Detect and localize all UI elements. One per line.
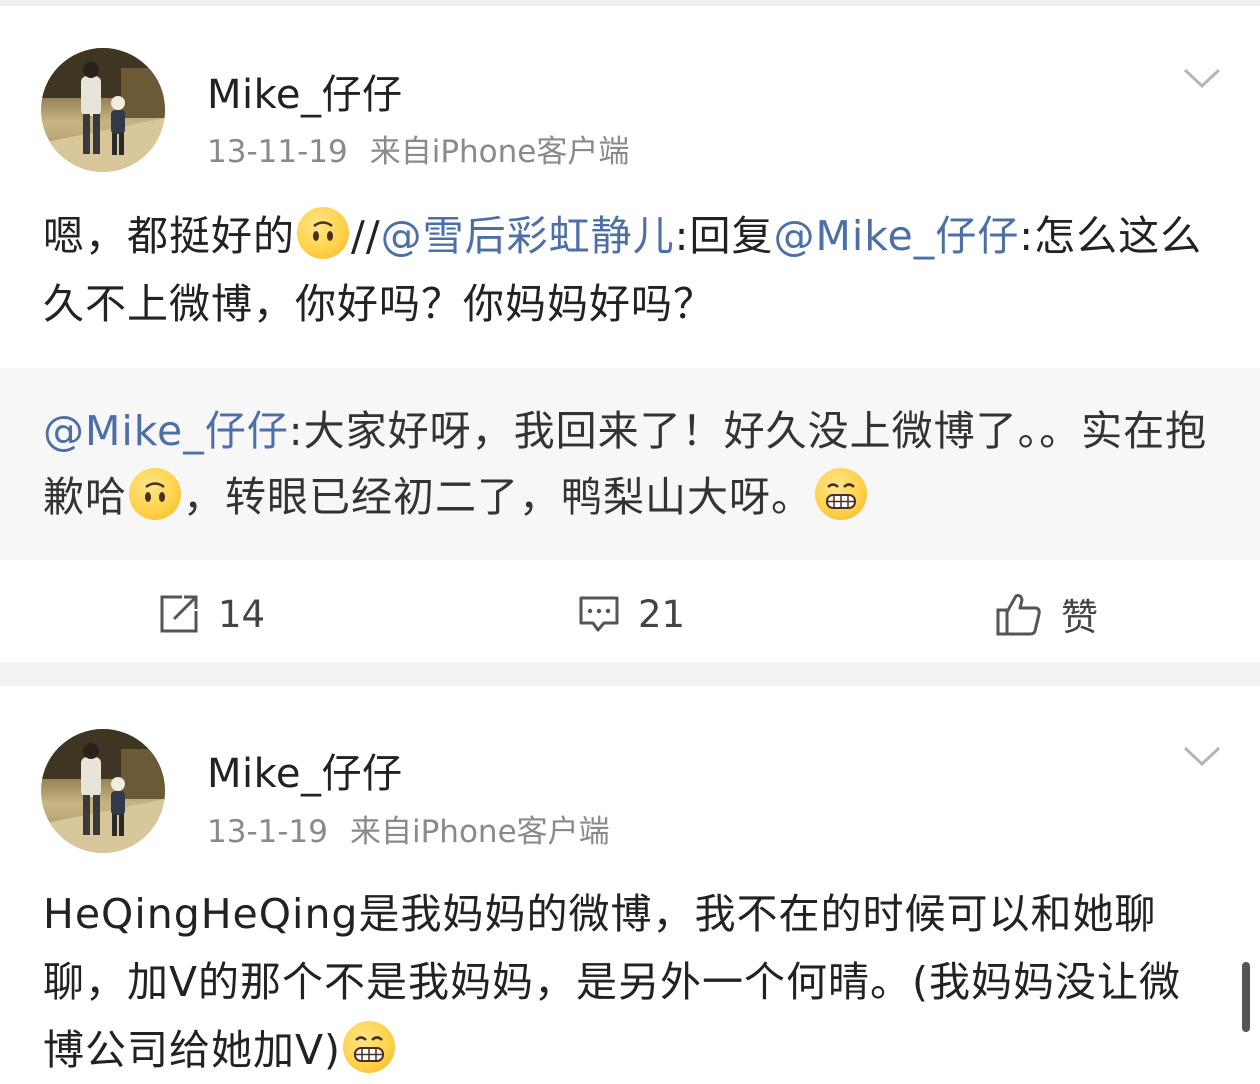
post-date: 13-11-19: [207, 134, 348, 170]
post-divider: [0, 662, 1260, 686]
post-meta: 13-11-19 来自iPhone客户端: [207, 126, 629, 171]
comment-button[interactable]: 21: [578, 560, 685, 668]
avatar[interactable]: [41, 729, 165, 853]
post-text: HeQingHeQing是我妈妈的微博，我不在的时候可以和她聊聊，加V的那个不是…: [43, 880, 1223, 1084]
upside-down-face-icon: [297, 207, 349, 259]
mention-link[interactable]: @Mike_仔仔: [43, 407, 289, 455]
scrollbar[interactable]: [1242, 962, 1250, 1032]
post-source: 来自iPhone客户端: [350, 814, 610, 850]
repost-box[interactable]: @Mike_仔仔:大家好呀，我回来了！好久没上微博了。。实在抱歉哈 ，转眼已经初二…: [0, 368, 1260, 560]
chevron-down-icon[interactable]: [1182, 66, 1222, 90]
action-bar: 14 21 赞: [0, 560, 1260, 668]
post-source: 来自iPhone客户端: [369, 134, 630, 170]
repost-icon: [160, 595, 198, 633]
text-segment: :回复: [674, 212, 774, 260]
weibo-post: Mike_仔仔 13-11-19 来自iPhone客户端 嗯，都挺好的 //@雪后彩…: [0, 6, 1260, 662]
author-name[interactable]: Mike_仔仔: [207, 741, 402, 799]
thumbs-up-icon: [996, 594, 1041, 636]
like-button[interactable]: 赞: [995, 560, 1098, 668]
grin-face-icon: [343, 1021, 396, 1073]
text-segment: 嗯，都挺好的: [43, 212, 295, 260]
post-text: 嗯，都挺好的//@雪后彩虹静儿:回复@Mike_仔仔:怎么这么久不上微博，你好吗…: [43, 202, 1223, 338]
grin-face-icon: [815, 468, 867, 520]
slashes-text: //: [351, 212, 381, 260]
repost-count: 14: [218, 592, 266, 636]
mention-link[interactable]: @雪后彩虹静儿: [381, 212, 675, 260]
chevron-down-icon[interactable]: [1182, 744, 1222, 768]
post-meta: 13-1-19 来自iPhone客户端: [207, 806, 610, 851]
like-label: 赞: [1061, 596, 1098, 639]
repost-text: @Mike_仔仔:大家好呀，我回来了！好久没上微博了。。实在抱歉哈 ，转眼已经初二…: [43, 398, 1223, 530]
repost-button[interactable]: 14: [158, 560, 265, 668]
weibo-post: Mike_仔仔 13-1-19 来自iPhone客户端 HeQingHeQing是…: [0, 686, 1260, 1074]
comment-icon: [579, 596, 619, 632]
text-segment: ，转眼已经初二了，鸭梨山大呀。: [183, 473, 813, 521]
text-segment: HeQingHeQing是我妈妈的微博，我不在的时候可以和她聊聊，加V的那个不是…: [43, 890, 1182, 1074]
upside-down-face-icon: [129, 468, 181, 520]
author-name[interactable]: Mike_仔仔: [207, 62, 402, 120]
mention-link[interactable]: @Mike_仔仔: [773, 212, 1019, 260]
post-date: 13-1-19: [207, 814, 328, 850]
comment-count: 21: [638, 592, 686, 636]
avatar[interactable]: [41, 48, 165, 172]
